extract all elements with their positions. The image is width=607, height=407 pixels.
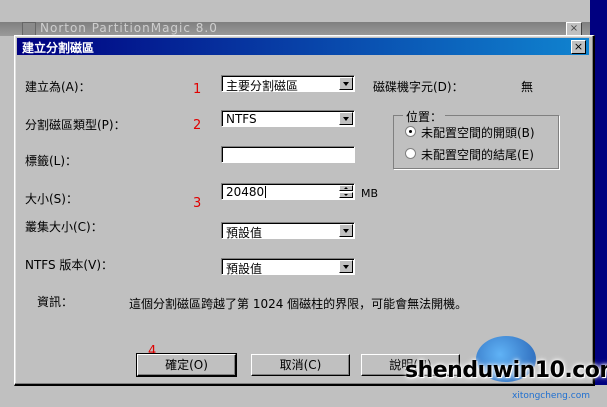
- drive-letter-label: 磁碟機字元(D)：: [373, 80, 464, 94]
- text-caret: [265, 186, 266, 198]
- dialog-title: 建立分割磁區: [22, 41, 95, 55]
- annotation-1: 1: [193, 82, 202, 97]
- cluster-size-select[interactable]: 預設值: [221, 222, 355, 240]
- chevron-down-icon[interactable]: [339, 112, 353, 125]
- size-value: 20480: [226, 185, 265, 199]
- size-stepper[interactable]: 20480: [221, 183, 355, 200]
- chevron-down-icon[interactable]: [339, 224, 353, 237]
- app-icon: [22, 22, 36, 36]
- create-as-select[interactable]: 主要分割磁區: [221, 75, 355, 93]
- spin-down-icon[interactable]: [339, 192, 353, 198]
- partition-type-value: NTFS: [226, 112, 257, 126]
- background-window-title: Norton PartitionMagic 8.0: [40, 21, 218, 35]
- spin-up-icon[interactable]: [339, 185, 353, 191]
- position-start-label[interactable]: 未配置空間的開頭(B): [421, 124, 535, 141]
- position-group-title: 位置：: [403, 108, 446, 125]
- position-end-label[interactable]: 未配置空間的結尾(E): [421, 146, 534, 163]
- radio-start[interactable]: [405, 126, 416, 137]
- cluster-size-value: 預設值: [226, 226, 263, 240]
- dialog-titlebar[interactable]: 建立分割磁區 ×: [17, 38, 589, 55]
- volume-label-label: 標籤(L)：: [25, 154, 78, 168]
- annotation-2: 2: [193, 118, 202, 133]
- create-as-label: 建立為(A)：: [25, 80, 91, 94]
- annotation-3: 3: [193, 196, 202, 211]
- ntfs-version-value: 預設值: [226, 262, 263, 276]
- ok-button[interactable]: 確定(O): [136, 353, 237, 377]
- chevron-down-icon[interactable]: [339, 260, 353, 273]
- ntfs-version-label: NTFS 版本(V)：: [25, 258, 114, 272]
- drive-letter-value[interactable]: 無: [521, 78, 533, 95]
- partition-type-select[interactable]: NTFS: [221, 110, 355, 127]
- radio-end[interactable]: [405, 148, 416, 159]
- size-spin-buttons[interactable]: [339, 185, 353, 198]
- size-label: 大小(S)：: [25, 192, 78, 206]
- chevron-down-icon[interactable]: [339, 77, 353, 90]
- watermark-subtext: xitongcheng.com: [512, 391, 590, 401]
- create-as-value: 主要分割磁區: [226, 79, 299, 93]
- create-partition-dialog: 建立分割磁區 × 建立為(A)： 分割磁區類型(P)： 標籤(L)： 大小(S)…: [14, 35, 595, 386]
- size-unit: MB: [361, 187, 379, 200]
- cancel-button[interactable]: 取消(C): [251, 354, 350, 376]
- watermark-text: shenduwin10.com: [405, 358, 607, 383]
- cluster-size-label: 叢集大小(C)：: [25, 220, 103, 234]
- info-text: 這個分割磁區跨越了第 1024 個磁柱的界限，可能會無法開機。: [129, 297, 468, 311]
- partition-type-label: 分割磁區類型(P)：: [25, 118, 126, 132]
- info-label: 資訊：: [37, 295, 74, 309]
- ntfs-version-select[interactable]: 預設值: [221, 258, 355, 276]
- volume-label-input[interactable]: [221, 146, 355, 163]
- close-icon[interactable]: ×: [571, 40, 586, 54]
